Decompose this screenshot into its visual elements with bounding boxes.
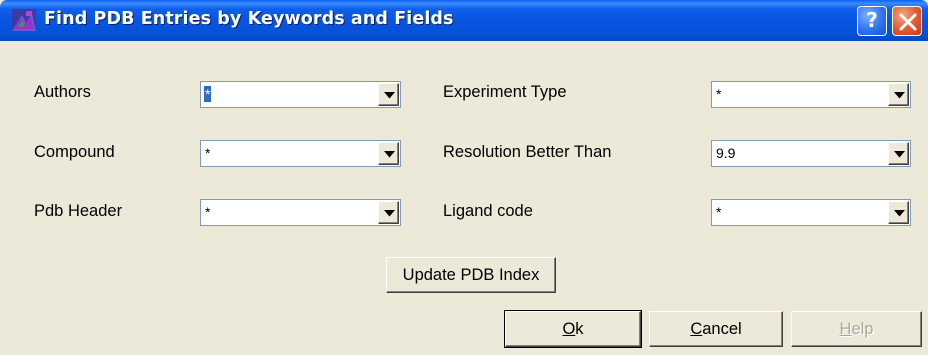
chevron-down-icon[interactable]	[888, 201, 909, 224]
experiment-type-combo[interactable]: *	[711, 81, 911, 108]
authors-combo[interactable]: *	[200, 81, 401, 108]
help-mnemonic: H	[839, 320, 852, 338]
window-title: Find PDB Entries by Keywords and Fields	[44, 9, 454, 29]
chevron-down-icon[interactable]	[378, 83, 399, 106]
authors-value[interactable]: *	[204, 86, 212, 102]
ligand-code-label: Ligand code	[443, 202, 533, 220]
chevron-down-icon[interactable]	[888, 142, 909, 165]
cancel-label-rest: ancel	[702, 320, 742, 338]
title-bar[interactable]: Find PDB Entries by Keywords and Fields …	[0, 0, 928, 41]
ok-label-rest: k	[575, 320, 584, 338]
ligand-code-value[interactable]: *	[716, 204, 721, 220]
chevron-down-icon[interactable]	[378, 201, 399, 224]
pdb-header-label: Pdb Header	[34, 202, 123, 220]
compound-label: Compound	[34, 143, 115, 161]
ok-mnemonic: O	[562, 320, 576, 338]
dialog-body: Authors * Compound * Pdb Header * Experi…	[0, 41, 928, 355]
ligand-code-combo[interactable]: *	[711, 199, 911, 226]
ok-button[interactable]: Ok	[504, 310, 642, 348]
resolution-label: Resolution Better Than	[443, 143, 612, 161]
resolution-value[interactable]: 9.9	[716, 145, 735, 161]
experiment-type-value[interactable]: *	[716, 86, 721, 102]
cancel-mnemonic: C	[690, 320, 703, 338]
help-button[interactable]: Help	[791, 311, 922, 347]
pdb-header-combo[interactable]: *	[200, 199, 401, 226]
help-label-rest: elp	[851, 320, 874, 338]
pdb-app-icon	[12, 9, 36, 31]
help-icon[interactable]: ?	[857, 6, 887, 36]
experiment-type-label: Experiment Type	[443, 83, 567, 101]
authors-label: Authors	[34, 83, 91, 101]
chevron-down-icon[interactable]	[888, 83, 909, 106]
cancel-button[interactable]: Cancel	[649, 311, 783, 347]
compound-combo[interactable]: *	[200, 140, 401, 167]
close-icon[interactable]	[892, 6, 922, 36]
pdb-header-value[interactable]: *	[205, 204, 210, 220]
resolution-combo[interactable]: 9.9	[711, 140, 911, 167]
compound-value[interactable]: *	[205, 145, 210, 161]
update-pdb-index-button[interactable]: Update PDB Index	[386, 257, 556, 293]
chevron-down-icon[interactable]	[378, 142, 399, 165]
